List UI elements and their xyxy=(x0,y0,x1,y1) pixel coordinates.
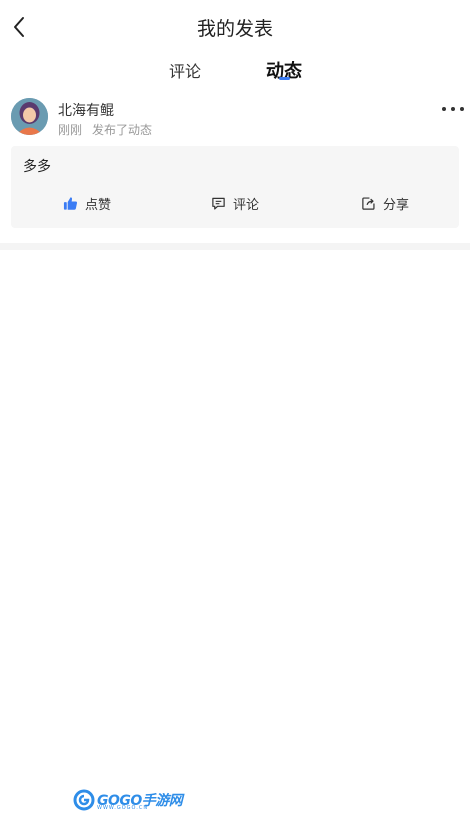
more-dot xyxy=(460,107,464,111)
post-card: 多多 点赞 评论 分享 xyxy=(11,146,459,228)
tab-active-indicator xyxy=(279,77,290,80)
section-divider xyxy=(0,243,470,250)
share-label: 分享 xyxy=(383,198,410,213)
comment-icon xyxy=(212,197,225,210)
like-label: 点赞 xyxy=(85,198,112,213)
like-button[interactable]: 点赞 xyxy=(63,194,111,213)
post-time: 刚刚 xyxy=(58,123,83,137)
share-button[interactable]: 分享 xyxy=(361,194,409,213)
tab-bar: 评论 动态 xyxy=(0,52,470,90)
avatar[interactable] xyxy=(11,98,48,135)
avatar-image xyxy=(11,98,48,135)
thumbs-up-icon xyxy=(63,197,78,210)
post-action-text: 发布了动态 xyxy=(92,123,153,137)
comment-button[interactable]: 评论 xyxy=(211,194,259,213)
more-dots-icon xyxy=(442,107,446,111)
header: 我的发表 xyxy=(0,0,470,52)
page-title: 我的发表 xyxy=(196,18,273,40)
tab-comments[interactable]: 评论 xyxy=(169,58,201,82)
comment-label: 评论 xyxy=(233,198,260,213)
post-meta: 刚刚 发布了动态 xyxy=(58,121,152,138)
more-dot xyxy=(451,107,455,111)
post-actions: 点赞 评论 分享 xyxy=(11,188,459,218)
username[interactable]: 北海有鲲 xyxy=(58,100,114,120)
share-icon xyxy=(362,197,375,210)
gogo-logo-icon xyxy=(73,789,95,811)
watermark-subtext: WWW.GOGO.CN xyxy=(97,805,149,811)
watermark: GOGO手游网 WWW.GOGO.CN xyxy=(73,789,183,811)
more-options-button[interactable] xyxy=(442,102,464,116)
post-content: 多多 xyxy=(23,159,51,175)
